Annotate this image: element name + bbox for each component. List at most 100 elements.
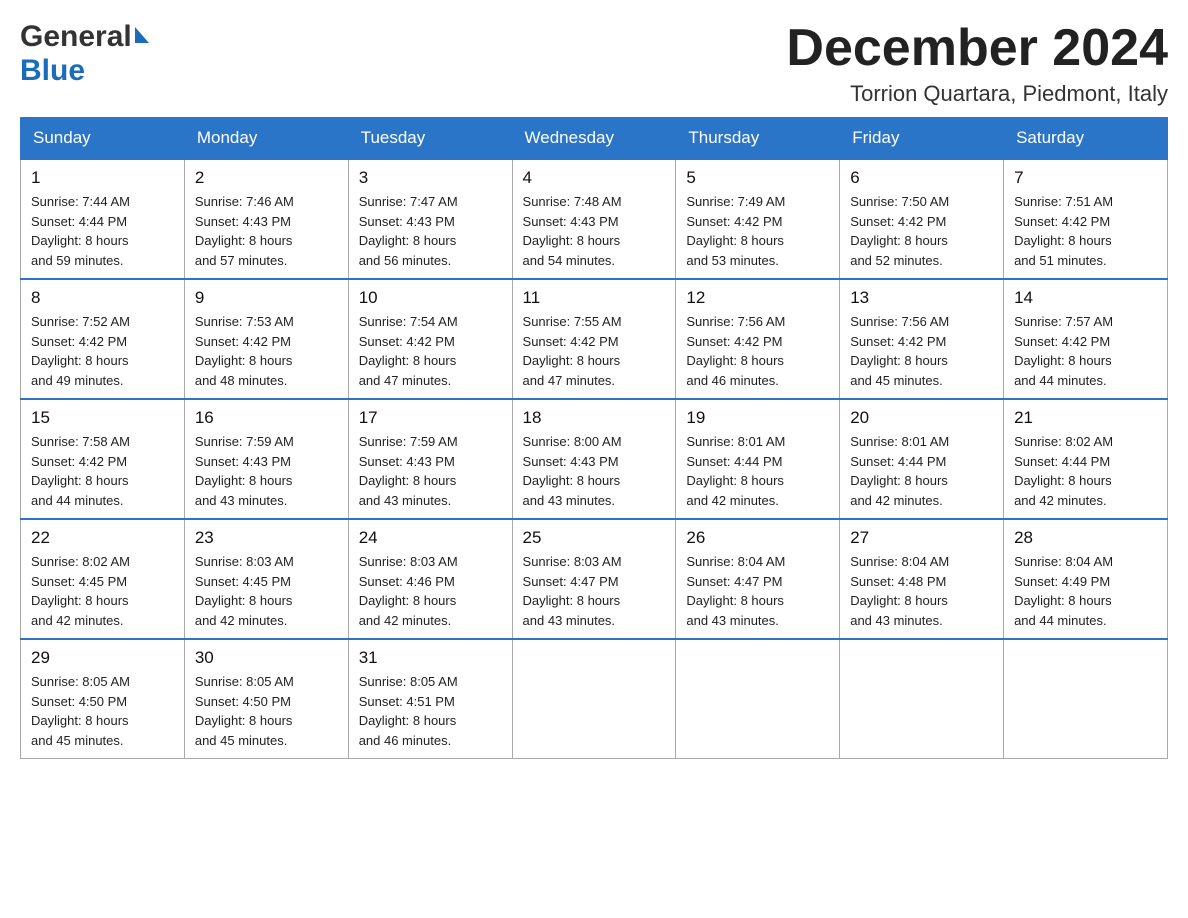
col-wednesday: Wednesday xyxy=(512,118,676,160)
day-number: 2 xyxy=(195,168,338,188)
calendar-cell: 12 Sunrise: 7:56 AMSunset: 4:42 PMDaylig… xyxy=(676,279,840,399)
calendar-cell: 15 Sunrise: 7:58 AMSunset: 4:42 PMDaylig… xyxy=(21,399,185,519)
calendar-cell: 2 Sunrise: 7:46 AMSunset: 4:43 PMDayligh… xyxy=(184,159,348,279)
calendar-cell: 19 Sunrise: 8:01 AMSunset: 4:44 PMDaylig… xyxy=(676,399,840,519)
calendar-cell: 31 Sunrise: 8:05 AMSunset: 4:51 PMDaylig… xyxy=(348,639,512,759)
day-number: 10 xyxy=(359,288,502,308)
day-number: 27 xyxy=(850,528,993,548)
calendar-cell xyxy=(676,639,840,759)
day-info: Sunrise: 8:03 AMSunset: 4:45 PMDaylight:… xyxy=(195,554,294,628)
day-info: Sunrise: 7:59 AMSunset: 4:43 PMDaylight:… xyxy=(359,434,458,508)
calendar-cell: 7 Sunrise: 7:51 AMSunset: 4:42 PMDayligh… xyxy=(1004,159,1168,279)
location-subtitle: Torrion Quartara, Piedmont, Italy xyxy=(786,81,1168,107)
calendar-cell: 5 Sunrise: 7:49 AMSunset: 4:42 PMDayligh… xyxy=(676,159,840,279)
calendar-table: Sunday Monday Tuesday Wednesday Thursday… xyxy=(20,117,1168,759)
calendar-cell xyxy=(512,639,676,759)
calendar-week-row: 22 Sunrise: 8:02 AMSunset: 4:45 PMDaylig… xyxy=(21,519,1168,639)
day-number: 9 xyxy=(195,288,338,308)
col-monday: Monday xyxy=(184,118,348,160)
day-number: 22 xyxy=(31,528,174,548)
calendar-cell: 24 Sunrise: 8:03 AMSunset: 4:46 PMDaylig… xyxy=(348,519,512,639)
day-info: Sunrise: 7:59 AMSunset: 4:43 PMDaylight:… xyxy=(195,434,294,508)
day-info: Sunrise: 7:53 AMSunset: 4:42 PMDaylight:… xyxy=(195,314,294,388)
day-info: Sunrise: 8:01 AMSunset: 4:44 PMDaylight:… xyxy=(686,434,785,508)
day-number: 23 xyxy=(195,528,338,548)
col-saturday: Saturday xyxy=(1004,118,1168,160)
logo-arrow-icon xyxy=(135,27,149,43)
day-number: 8 xyxy=(31,288,174,308)
day-number: 26 xyxy=(686,528,829,548)
day-info: Sunrise: 8:02 AMSunset: 4:45 PMDaylight:… xyxy=(31,554,130,628)
calendar-cell: 30 Sunrise: 8:05 AMSunset: 4:50 PMDaylig… xyxy=(184,639,348,759)
day-info: Sunrise: 8:01 AMSunset: 4:44 PMDaylight:… xyxy=(850,434,949,508)
calendar-cell: 26 Sunrise: 8:04 AMSunset: 4:47 PMDaylig… xyxy=(676,519,840,639)
calendar-cell: 20 Sunrise: 8:01 AMSunset: 4:44 PMDaylig… xyxy=(840,399,1004,519)
col-tuesday: Tuesday xyxy=(348,118,512,160)
day-number: 19 xyxy=(686,408,829,428)
calendar-week-row: 1 Sunrise: 7:44 AMSunset: 4:44 PMDayligh… xyxy=(21,159,1168,279)
calendar-cell: 6 Sunrise: 7:50 AMSunset: 4:42 PMDayligh… xyxy=(840,159,1004,279)
day-info: Sunrise: 8:04 AMSunset: 4:47 PMDaylight:… xyxy=(686,554,785,628)
day-number: 17 xyxy=(359,408,502,428)
month-title: December 2024 xyxy=(786,20,1168,77)
day-info: Sunrise: 7:47 AMSunset: 4:43 PMDaylight:… xyxy=(359,194,458,268)
day-number: 24 xyxy=(359,528,502,548)
logo: General Blue xyxy=(20,20,149,88)
calendar-week-row: 15 Sunrise: 7:58 AMSunset: 4:42 PMDaylig… xyxy=(21,399,1168,519)
page-header: General Blue December 2024 Torrion Quart… xyxy=(20,20,1168,107)
logo-general: General xyxy=(20,20,132,54)
calendar-cell: 11 Sunrise: 7:55 AMSunset: 4:42 PMDaylig… xyxy=(512,279,676,399)
day-info: Sunrise: 8:05 AMSunset: 4:50 PMDaylight:… xyxy=(31,674,130,748)
calendar-cell: 27 Sunrise: 8:04 AMSunset: 4:48 PMDaylig… xyxy=(840,519,1004,639)
day-info: Sunrise: 7:56 AMSunset: 4:42 PMDaylight:… xyxy=(686,314,785,388)
day-number: 12 xyxy=(686,288,829,308)
calendar-cell: 17 Sunrise: 7:59 AMSunset: 4:43 PMDaylig… xyxy=(348,399,512,519)
day-number: 5 xyxy=(686,168,829,188)
day-info: Sunrise: 8:00 AMSunset: 4:43 PMDaylight:… xyxy=(523,434,622,508)
calendar-cell: 14 Sunrise: 7:57 AMSunset: 4:42 PMDaylig… xyxy=(1004,279,1168,399)
logo-blue: Blue xyxy=(20,54,85,88)
calendar-cell: 1 Sunrise: 7:44 AMSunset: 4:44 PMDayligh… xyxy=(21,159,185,279)
calendar-cell: 23 Sunrise: 8:03 AMSunset: 4:45 PMDaylig… xyxy=(184,519,348,639)
day-info: Sunrise: 7:52 AMSunset: 4:42 PMDaylight:… xyxy=(31,314,130,388)
day-number: 1 xyxy=(31,168,174,188)
day-number: 6 xyxy=(850,168,993,188)
day-number: 14 xyxy=(1014,288,1157,308)
calendar-cell: 9 Sunrise: 7:53 AMSunset: 4:42 PMDayligh… xyxy=(184,279,348,399)
calendar-cell xyxy=(840,639,1004,759)
day-number: 25 xyxy=(523,528,666,548)
calendar-cell: 10 Sunrise: 7:54 AMSunset: 4:42 PMDaylig… xyxy=(348,279,512,399)
day-info: Sunrise: 8:04 AMSunset: 4:49 PMDaylight:… xyxy=(1014,554,1113,628)
title-section: December 2024 Torrion Quartara, Piedmont… xyxy=(786,20,1168,107)
day-info: Sunrise: 8:05 AMSunset: 4:50 PMDaylight:… xyxy=(195,674,294,748)
calendar-cell: 3 Sunrise: 7:47 AMSunset: 4:43 PMDayligh… xyxy=(348,159,512,279)
day-info: Sunrise: 7:44 AMSunset: 4:44 PMDaylight:… xyxy=(31,194,130,268)
day-info: Sunrise: 7:48 AMSunset: 4:43 PMDaylight:… xyxy=(523,194,622,268)
calendar-cell: 25 Sunrise: 8:03 AMSunset: 4:47 PMDaylig… xyxy=(512,519,676,639)
day-number: 18 xyxy=(523,408,666,428)
day-number: 15 xyxy=(31,408,174,428)
calendar-cell xyxy=(1004,639,1168,759)
day-number: 4 xyxy=(523,168,666,188)
day-info: Sunrise: 7:50 AMSunset: 4:42 PMDaylight:… xyxy=(850,194,949,268)
day-number: 20 xyxy=(850,408,993,428)
day-info: Sunrise: 7:49 AMSunset: 4:42 PMDaylight:… xyxy=(686,194,785,268)
calendar-cell: 21 Sunrise: 8:02 AMSunset: 4:44 PMDaylig… xyxy=(1004,399,1168,519)
calendar-cell: 18 Sunrise: 8:00 AMSunset: 4:43 PMDaylig… xyxy=(512,399,676,519)
day-info: Sunrise: 7:58 AMSunset: 4:42 PMDaylight:… xyxy=(31,434,130,508)
day-info: Sunrise: 8:05 AMSunset: 4:51 PMDaylight:… xyxy=(359,674,458,748)
day-number: 28 xyxy=(1014,528,1157,548)
col-sunday: Sunday xyxy=(21,118,185,160)
day-info: Sunrise: 7:55 AMSunset: 4:42 PMDaylight:… xyxy=(523,314,622,388)
day-number: 16 xyxy=(195,408,338,428)
day-number: 7 xyxy=(1014,168,1157,188)
calendar-cell: 28 Sunrise: 8:04 AMSunset: 4:49 PMDaylig… xyxy=(1004,519,1168,639)
day-info: Sunrise: 7:57 AMSunset: 4:42 PMDaylight:… xyxy=(1014,314,1113,388)
day-info: Sunrise: 7:51 AMSunset: 4:42 PMDaylight:… xyxy=(1014,194,1113,268)
calendar-cell: 29 Sunrise: 8:05 AMSunset: 4:50 PMDaylig… xyxy=(21,639,185,759)
calendar-cell: 22 Sunrise: 8:02 AMSunset: 4:45 PMDaylig… xyxy=(21,519,185,639)
calendar-week-row: 8 Sunrise: 7:52 AMSunset: 4:42 PMDayligh… xyxy=(21,279,1168,399)
day-number: 13 xyxy=(850,288,993,308)
day-info: Sunrise: 7:46 AMSunset: 4:43 PMDaylight:… xyxy=(195,194,294,268)
calendar-cell: 8 Sunrise: 7:52 AMSunset: 4:42 PMDayligh… xyxy=(21,279,185,399)
